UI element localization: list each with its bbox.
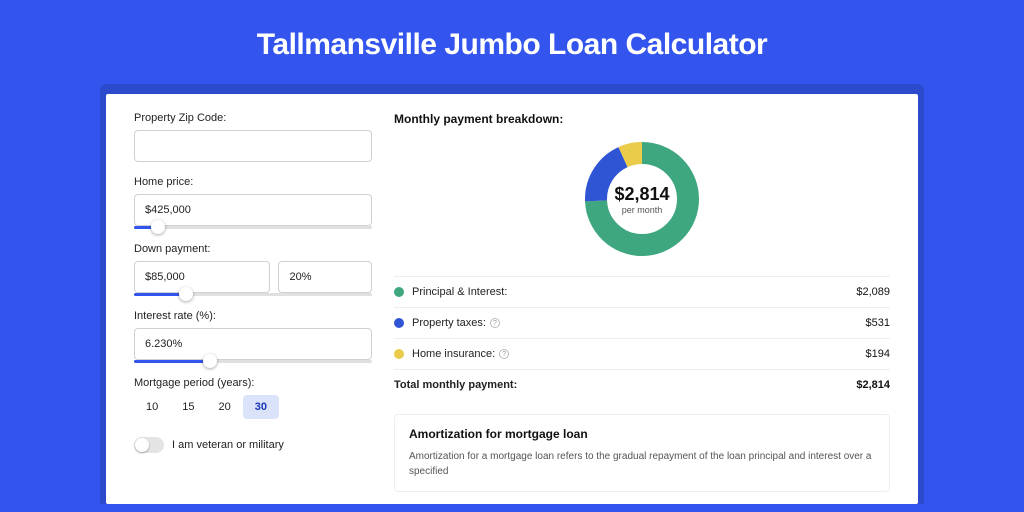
slider-thumb[interactable] bbox=[203, 354, 217, 368]
donut-center: $2,814 per month bbox=[583, 140, 701, 258]
interest-label: Interest rate (%): bbox=[134, 310, 372, 322]
label-insurance: Home insurance: ? bbox=[412, 348, 866, 360]
label-taxes: Property taxes: ? bbox=[412, 317, 866, 329]
amortization-text: Amortization for a mortgage loan refers … bbox=[409, 449, 875, 479]
home-price-input[interactable] bbox=[134, 194, 372, 226]
period-10[interactable]: 10 bbox=[134, 395, 170, 419]
form-panel: Property Zip Code: Home price: Down paym… bbox=[134, 112, 372, 504]
val-principal: $2,089 bbox=[856, 286, 890, 298]
period-20[interactable]: 20 bbox=[207, 395, 243, 419]
home-price-slider[interactable] bbox=[134, 226, 372, 229]
down-payment-slider[interactable] bbox=[134, 293, 372, 296]
interest-field: Interest rate (%): bbox=[134, 310, 372, 363]
breakdown-panel: Monthly payment breakdown: $2,814 per mo… bbox=[394, 112, 890, 504]
zip-input[interactable] bbox=[134, 130, 372, 162]
period-30[interactable]: 30 bbox=[243, 395, 279, 419]
label-insurance-text: Home insurance: bbox=[412, 348, 495, 360]
dot-insurance bbox=[394, 349, 404, 359]
period-15[interactable]: 15 bbox=[170, 395, 206, 419]
zip-label: Property Zip Code: bbox=[134, 112, 372, 124]
label-total: Total monthly payment: bbox=[394, 379, 856, 391]
label-taxes-text: Property taxes: bbox=[412, 317, 486, 329]
amortization-box: Amortization for mortgage loan Amortizat… bbox=[394, 414, 890, 492]
row-insurance: Home insurance: ? $194 bbox=[394, 338, 890, 369]
label-principal: Principal & Interest: bbox=[412, 286, 856, 298]
val-total: $2,814 bbox=[856, 379, 890, 391]
donut-chart: $2,814 per month bbox=[583, 140, 701, 258]
slider-thumb[interactable] bbox=[179, 287, 193, 301]
slider-thumb[interactable] bbox=[151, 220, 165, 234]
calculator-card: Property Zip Code: Home price: Down paym… bbox=[106, 94, 918, 504]
period-options: 10 15 20 30 bbox=[134, 395, 372, 419]
veteran-toggle[interactable] bbox=[134, 437, 164, 453]
slider-fill bbox=[134, 360, 210, 363]
down-payment-field: Down payment: bbox=[134, 243, 372, 296]
veteran-row: I am veteran or military bbox=[134, 437, 372, 453]
row-total: Total monthly payment: $2,814 bbox=[394, 369, 890, 400]
info-icon[interactable]: ? bbox=[499, 349, 509, 359]
home-price-label: Home price: bbox=[134, 176, 372, 188]
amortization-title: Amortization for mortgage loan bbox=[409, 427, 875, 441]
row-principal: Principal & Interest: $2,089 bbox=[394, 276, 890, 307]
veteran-label: I am veteran or military bbox=[172, 439, 284, 451]
down-payment-pct-input[interactable] bbox=[278, 261, 372, 293]
period-label: Mortgage period (years): bbox=[134, 377, 372, 389]
card-outer: Property Zip Code: Home price: Down paym… bbox=[100, 84, 924, 504]
page-title: Tallmansville Jumbo Loan Calculator bbox=[0, 0, 1024, 84]
info-icon[interactable]: ? bbox=[490, 318, 500, 328]
row-taxes: Property taxes: ? $531 bbox=[394, 307, 890, 338]
breakdown-title: Monthly payment breakdown: bbox=[394, 112, 890, 126]
down-payment-label: Down payment: bbox=[134, 243, 372, 255]
down-payment-amount-input[interactable] bbox=[134, 261, 270, 293]
donut-sub: per month bbox=[622, 205, 663, 215]
val-taxes: $531 bbox=[866, 317, 890, 329]
dot-taxes bbox=[394, 318, 404, 328]
donut-chart-wrap: $2,814 per month bbox=[394, 136, 890, 276]
interest-input[interactable] bbox=[134, 328, 372, 360]
interest-slider[interactable] bbox=[134, 360, 372, 363]
period-field: Mortgage period (years): 10 15 20 30 bbox=[134, 377, 372, 419]
val-insurance: $194 bbox=[866, 348, 890, 360]
dot-principal bbox=[394, 287, 404, 297]
home-price-field: Home price: bbox=[134, 176, 372, 229]
zip-field: Property Zip Code: bbox=[134, 112, 372, 162]
donut-amount: $2,814 bbox=[614, 184, 669, 205]
